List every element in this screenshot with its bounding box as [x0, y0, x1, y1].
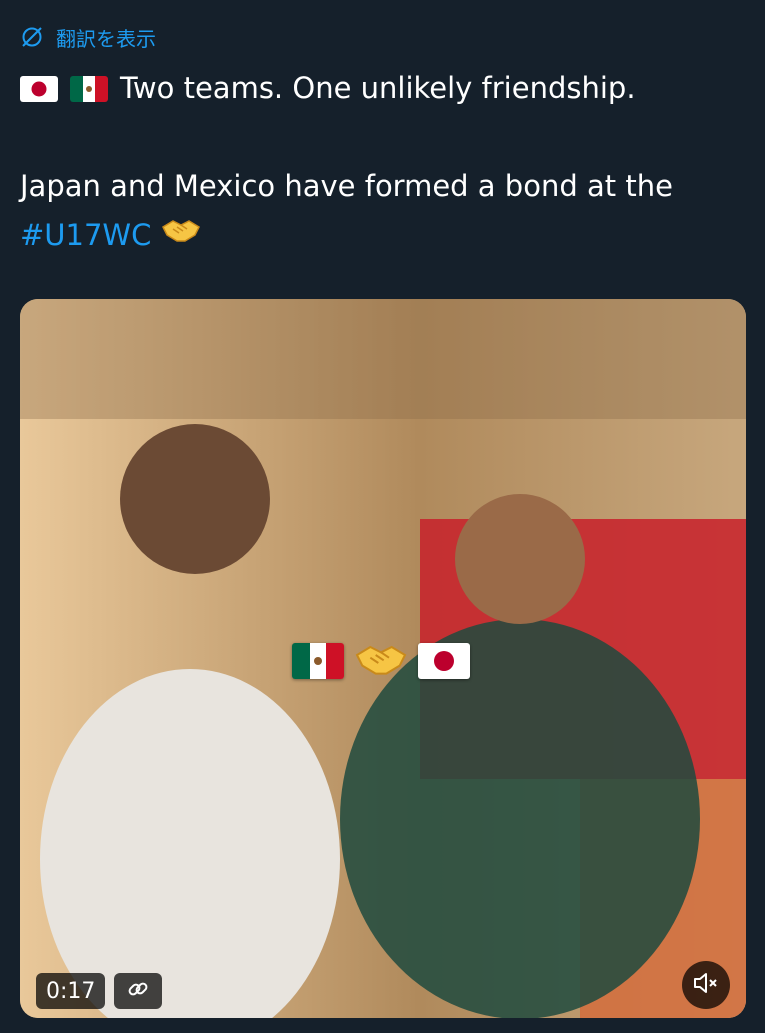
japan-flag-emoji [418, 643, 470, 679]
handshake-emoji [350, 639, 412, 683]
tweet-view: 翻訳を表示 Two teams. One unlikely friendship… [0, 0, 765, 1033]
japan-flag-emoji [20, 75, 58, 102]
handshake-emoji [161, 211, 201, 260]
tweet-headline: Two teams. One unlikely friendship. [120, 71, 636, 105]
overlay-emojis [292, 639, 470, 683]
video-time-badge: 0:17 [36, 973, 106, 1009]
speaker-muted-icon [692, 970, 720, 1000]
globe-slash-icon [20, 25, 44, 49]
tweet-line-1: Two teams. One unlikely friendship. [20, 64, 745, 113]
tweet-line-2: Japan and Mexico have formed a bond at t… [20, 162, 745, 211]
translate-link[interactable]: 翻訳を表示 [20, 22, 156, 52]
tweet-text: Two teams. One unlikely friendship. Japa… [20, 64, 745, 260]
translate-label: 翻訳を表示 [56, 26, 156, 51]
link-icon [125, 976, 151, 1006]
copy-link-button[interactable] [114, 973, 162, 1009]
tweet-body: Japan and Mexico have formed a bond at t… [20, 169, 673, 203]
video-player[interactable]: 0:17 [20, 299, 746, 1018]
video-time: 0:17 [46, 978, 96, 1004]
mexico-flag-emoji [70, 75, 108, 102]
hashtag-link[interactable]: #U17WC [20, 211, 151, 260]
mute-button[interactable] [682, 961, 730, 1009]
mexico-flag-emoji [292, 643, 344, 679]
tweet-line-3: #U17WC [20, 211, 745, 260]
